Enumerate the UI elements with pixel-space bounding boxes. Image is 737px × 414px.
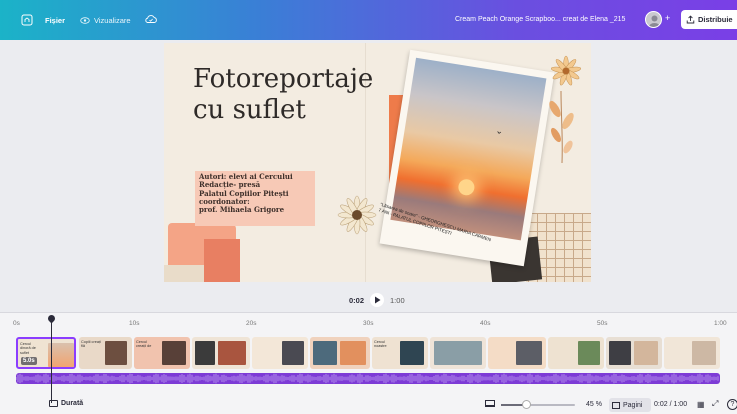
ruler-tick: 0s [13, 320, 20, 327]
clip-thumbnail [692, 341, 716, 365]
clip-thumbnail [578, 341, 600, 365]
clip-thumbnail [282, 341, 304, 365]
clip-thumbnail [516, 341, 542, 365]
orange-paper-shape[interactable] [204, 239, 240, 282]
timeline-clip-8[interactable] [430, 337, 486, 369]
dried-flower-top-icon[interactable] [546, 53, 586, 93]
audio-waveform [16, 373, 719, 384]
play-button[interactable] [370, 293, 385, 307]
dried-flower-icon[interactable] [335, 193, 379, 237]
dried-leaves-icon[interactable] [547, 91, 577, 163]
notes-icon[interactable] [485, 400, 495, 407]
eye-icon [80, 17, 90, 24]
credits-text[interactable]: Autori: elevi ai Cercului Redacție- pres… [199, 172, 293, 214]
share-button[interactable]: Distribuie [681, 10, 737, 29]
clip-duration-badge: 5.0s [21, 357, 37, 365]
clip-thumbnail [105, 341, 127, 365]
footer-bar: Durată 45 % Pagini 0:02 / 1:00 ▦ ⤢ ? [0, 396, 737, 414]
clip-thumbnail [400, 341, 424, 365]
ruler-tick: 30s [363, 320, 374, 327]
document-title[interactable]: Cream Peach Orange Scrapboo... creat de … [455, 16, 625, 23]
duration-label: Durată [61, 400, 84, 407]
clock-icon [49, 400, 58, 407]
fullscreen-icon[interactable]: ⤢ [712, 399, 718, 409]
upload-icon [686, 15, 695, 24]
clip-thumbnail [195, 341, 215, 365]
help-icon[interactable]: ? [727, 399, 737, 410]
audio-track[interactable] [16, 373, 720, 384]
timeline-clip-1[interactable]: Cercul dinoră de suflet 5.0s [16, 337, 76, 369]
view-menu-label: Vizualizare [94, 16, 131, 25]
pages-icon [612, 401, 620, 409]
clip-label: Cercul dinoră de suflet [20, 342, 36, 355]
zoom-value[interactable]: 45 % [586, 401, 602, 408]
clip-thumbnail [313, 341, 337, 365]
time-readout: 0:02 / 1:00 [654, 401, 688, 408]
avatar[interactable] [645, 11, 662, 28]
sun-shape [457, 178, 476, 197]
view-menu[interactable]: Vizualizare [80, 16, 131, 25]
ruler-tick: 10s [129, 320, 140, 327]
clip-thumbnail [609, 341, 631, 365]
zoom-slider-handle[interactable] [521, 400, 531, 409]
grid-view-icon[interactable]: ▦ [697, 400, 705, 409]
duration-button[interactable]: Durată [49, 400, 83, 407]
add-collaborator-button[interactable]: + [665, 13, 670, 23]
clip-thumbnail [634, 341, 658, 365]
slide-title[interactable]: Fotoreportaje cu suflet [193, 64, 373, 126]
clip-thumbnail [434, 341, 482, 365]
ruler-tick: 20s [246, 320, 257, 327]
zoom-slider[interactable] [501, 404, 575, 406]
timeline-clip-2[interactable]: Copiii creați flă [79, 337, 132, 369]
play-icon [374, 296, 381, 304]
bird-glyph: ⌄ [494, 125, 504, 137]
playback-controls: 0:02 1:00 [349, 293, 405, 307]
ruler-tick: 50s [597, 320, 608, 327]
timeline-clip-5[interactable] [252, 337, 308, 369]
file-menu[interactable]: Fișier [45, 16, 65, 25]
video-track: Cercul dinoră de suflet 5.0s Copiii crea… [16, 337, 720, 369]
timeline-clip-9[interactable] [488, 337, 546, 369]
clip-thumbnail [218, 341, 246, 365]
ruler-tick: 1:00 [714, 320, 727, 327]
torn-paper-shape[interactable] [164, 265, 204, 282]
timeline-clip-4[interactable] [192, 337, 250, 369]
timeline-clip-6[interactable] [310, 337, 370, 369]
timeline-clip-3[interactable]: Cercul creații de [134, 337, 190, 369]
cloud-saved-icon[interactable] [144, 13, 158, 25]
timeline-clip-12[interactable] [664, 337, 720, 369]
share-button-label: Distribuie [698, 15, 733, 24]
timeline-ruler[interactable]: 0s 10s 20s 30s 40s 50s 1:00 [0, 318, 737, 330]
timeline-clip-10[interactable] [548, 337, 604, 369]
ruler-tick: 40s [480, 320, 491, 327]
pages-button[interactable]: Pagini [609, 398, 651, 412]
playback-current-time: 0:02 [349, 295, 365, 305]
clip-thumbnail [340, 341, 366, 365]
clip-label: Copiii creați flă [81, 340, 101, 349]
clip-label: Cercul noastre [374, 340, 387, 349]
home-icon[interactable] [21, 14, 33, 26]
slide-canvas[interactable]: Fotoreportaje cu suflet Autori: elevi ai… [164, 43, 591, 282]
pages-label: Pagini [623, 401, 643, 409]
top-bar: Fișier Vizualizare Cream Peach Orange Sc… [0, 0, 737, 40]
clip-label: Cercul creații de [136, 340, 152, 349]
timeline-clip-11[interactable] [606, 337, 662, 369]
playback-total-time: 1:00 [390, 295, 405, 305]
playhead[interactable] [51, 317, 52, 403]
clip-thumbnail [162, 341, 186, 365]
user-icon [649, 15, 660, 27]
timeline-clip-7[interactable]: Cercul noastre [372, 337, 428, 369]
